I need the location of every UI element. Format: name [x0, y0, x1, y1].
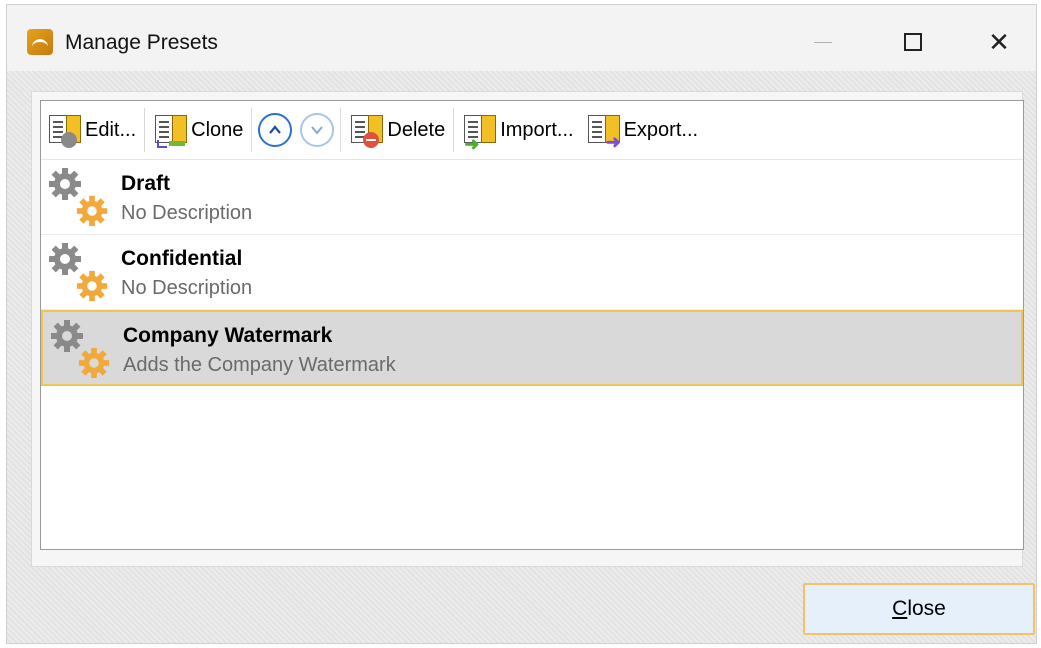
preset-item-confidential[interactable]: Confidential No Description	[41, 235, 1023, 310]
window-close-button[interactable]: ✕	[969, 19, 1029, 65]
maximize-button[interactable]	[883, 19, 943, 65]
move-up-button[interactable]	[258, 113, 293, 147]
toolbar-separator	[144, 108, 146, 152]
close-accelerator: C	[892, 597, 908, 620]
preset-gears-icon	[49, 318, 115, 380]
minimize-icon	[814, 41, 832, 43]
close-button[interactable]: Close	[803, 583, 1035, 635]
preset-name: Draft	[121, 172, 171, 195]
clone-label: Clone	[191, 118, 244, 141]
chevron-up-icon	[269, 125, 282, 134]
presets-toolbar: Edit... Clone Delete ➜ Import... ➜ Expor…	[41, 101, 1023, 160]
export-preset-icon: ➜	[586, 112, 621, 151]
preset-name: Confidential	[121, 247, 243, 270]
presets-list: Draft No Description Confidential No Des…	[41, 160, 1023, 386]
delete-button[interactable]: Delete	[343, 108, 451, 152]
close-icon: ✕	[988, 27, 1010, 57]
edit-button[interactable]: Edit...	[41, 108, 142, 152]
app-logo-icon	[27, 29, 53, 55]
presets-panel: Edit... Clone Delete ➜ Import... ➜ Expor…	[31, 91, 1024, 567]
close-label: lose	[907, 597, 946, 620]
preset-gears-icon	[47, 166, 113, 228]
preset-gears-icon	[47, 241, 113, 303]
preset-item-draft[interactable]: Draft No Description	[41, 160, 1023, 235]
preset-description: No Description	[121, 202, 253, 224]
move-down-button[interactable]	[300, 113, 335, 147]
import-button[interactable]: ➜ Import...	[456, 108, 579, 153]
toolbar-separator	[251, 108, 253, 152]
presets-listbox: Edit... Clone Delete ➜ Import... ➜ Expor…	[40, 100, 1024, 550]
chevron-down-icon	[311, 126, 324, 135]
preset-item-company-watermark[interactable]: Company Watermark Adds the Company Water…	[41, 310, 1023, 386]
maximize-icon	[904, 33, 922, 51]
import-preset-icon: ➜	[462, 112, 497, 153]
edit-label: Edit...	[85, 118, 137, 141]
edit-preset-icon	[47, 112, 81, 148]
export-button[interactable]: ➜ Export...	[580, 108, 704, 152]
delete-preset-icon	[349, 112, 384, 148]
export-label: Export...	[623, 118, 699, 141]
preset-description: No Description	[121, 277, 253, 299]
toolbar-separator	[340, 108, 342, 152]
title-bar: Manage Presets ✕	[7, 5, 1036, 71]
preset-description: Adds the Company Watermark	[123, 354, 396, 376]
clone-button[interactable]: Clone	[147, 108, 249, 152]
clone-preset-icon	[153, 112, 188, 148]
import-label: Import...	[500, 118, 574, 141]
toolbar-separator	[453, 108, 455, 152]
minimize-button[interactable]	[793, 19, 853, 65]
manage-presets-dialog: Manage Presets ✕ Edit... Clone Delete ➜ …	[6, 4, 1037, 644]
window-title: Manage Presets	[65, 31, 218, 54]
delete-label: Delete	[387, 118, 446, 141]
preset-name: Company Watermark	[123, 324, 333, 347]
